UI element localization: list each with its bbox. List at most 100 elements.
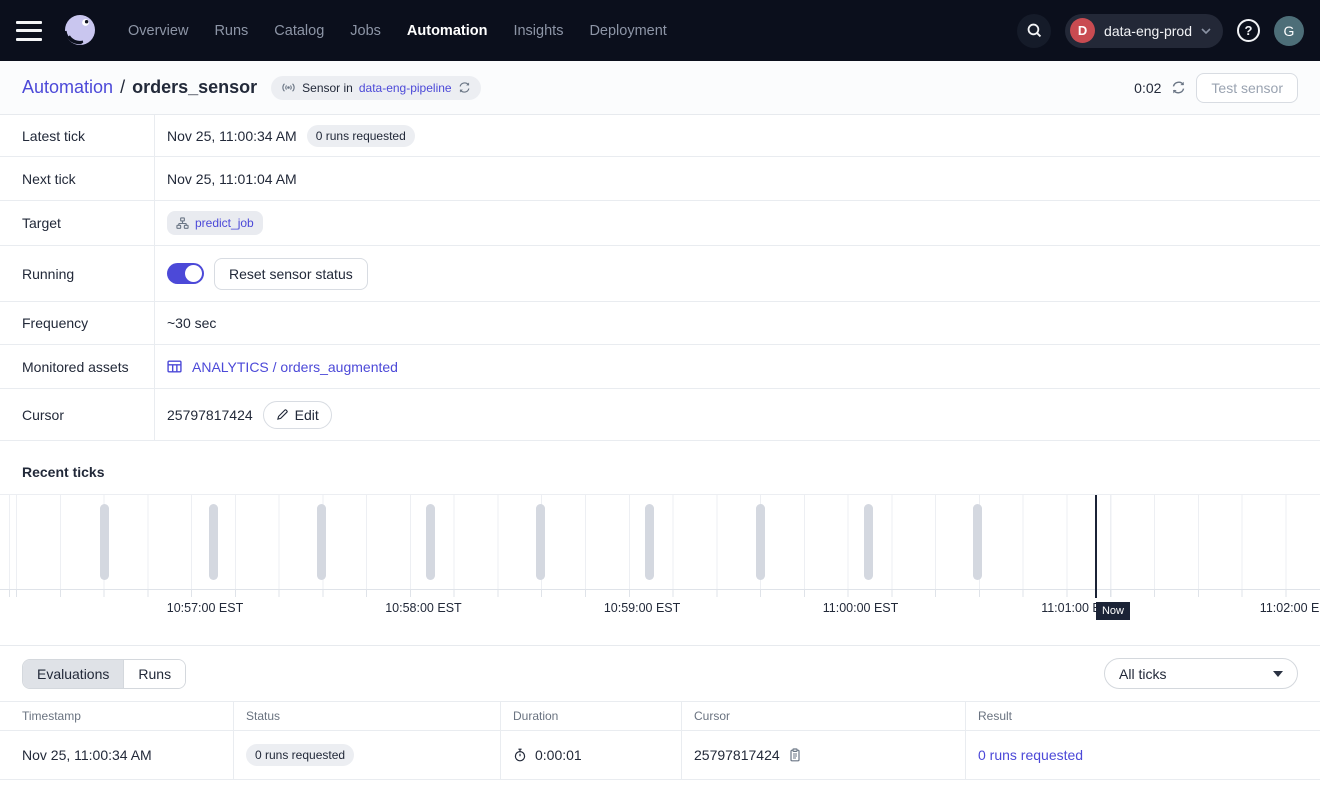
column-header-duration: Duration [501, 702, 682, 730]
nav-item-overview[interactable]: Overview [128, 23, 188, 39]
running-label: Running [0, 246, 155, 301]
sensor-broadcast-icon [281, 82, 296, 93]
now-badge: Now [1096, 602, 1130, 620]
tick-timestamp: Nov 25, 11:00:34 AM [22, 747, 152, 763]
breadcrumb-automation-link[interactable]: Automation [22, 77, 113, 98]
table-row: Nov 25, 11:00:34 AM 0 runs requested 0:0… [0, 731, 1320, 780]
running-toggle[interactable] [167, 263, 204, 284]
cursor-label: Cursor [0, 389, 155, 440]
nav-item-deployment[interactable]: Deployment [589, 23, 666, 39]
running-row: Running Reset sensor status [0, 246, 1320, 302]
column-header-status: Status [234, 702, 501, 730]
timeline-axis-ticks [0, 590, 1320, 597]
target-job-chip[interactable]: predict_job [167, 211, 263, 235]
evaluations-section: Evaluations Runs All ticks Timestamp Sta… [0, 645, 1320, 780]
next-tick-value: Nov 25, 11:01:04 AM [167, 171, 297, 187]
cursor-value: 25797817424 [167, 407, 253, 423]
nav-item-insights[interactable]: Insights [513, 23, 563, 39]
copy-clipboard-icon[interactable] [788, 748, 802, 762]
tick-duration: 0:00:01 [535, 747, 582, 763]
latest-tick-label: Latest tick [0, 115, 155, 156]
nav-item-runs[interactable]: Runs [214, 23, 248, 39]
axis-tick-label: 11:00:00 EST [823, 601, 899, 615]
target-row: Target predict_job [0, 201, 1320, 246]
main-nav: Overview Runs Catalog Jobs Automation In… [128, 23, 667, 39]
recent-ticks-section: Recent ticks Now 10:57:00 EST 10:58:00 ES… [0, 441, 1320, 645]
workspace-switcher[interactable]: D data-eng-prod [1065, 14, 1223, 48]
table-header-row: Timestamp Status Duration Cursor Result [0, 701, 1320, 731]
user-avatar[interactable]: G [1274, 16, 1304, 46]
next-tick-row: Next tick Nov 25, 11:01:04 AM [0, 157, 1320, 201]
column-header-timestamp: Timestamp [0, 702, 234, 730]
latest-tick-status-badge: 0 runs requested [307, 125, 415, 147]
frequency-label: Frequency [0, 302, 155, 344]
question-mark-icon: ? [1245, 23, 1253, 38]
code-location-link[interactable]: data-eng-pipeline [359, 81, 452, 95]
help-button[interactable]: ? [1237, 19, 1260, 42]
target-label: Target [0, 201, 155, 245]
tick-cursor-value: 25797817424 [694, 747, 780, 763]
tick-bar[interactable] [756, 504, 765, 580]
dagster-logo-icon[interactable] [58, 9, 102, 53]
tick-bar[interactable] [426, 504, 435, 580]
evaluations-table: Timestamp Status Duration Cursor Result … [0, 701, 1320, 780]
sensor-badge-text: Sensor in [302, 81, 353, 95]
sensor-details: Latest tick Nov 25, 11:00:34 AM 0 runs r… [0, 115, 1320, 441]
latest-tick-row: Latest tick Nov 25, 11:00:34 AM 0 runs r… [0, 115, 1320, 157]
timeline-axis-labels: Now 10:57:00 EST 10:58:00 EST 10:59:00 EST… [0, 597, 1320, 621]
reset-sensor-status-button[interactable]: Reset sensor status [214, 258, 368, 290]
tick-bar[interactable] [100, 504, 109, 580]
chevron-down-icon [1201, 28, 1211, 34]
hamburger-menu-icon[interactable] [16, 21, 42, 41]
tab-evaluations[interactable]: Evaluations [23, 660, 124, 688]
axis-tick-label: 10:59:00 EST [604, 601, 680, 615]
reload-repository-icon[interactable] [458, 81, 471, 94]
axis-tick-label: 10:58:00 EST [385, 601, 461, 615]
search-button[interactable] [1017, 14, 1051, 48]
cursor-row: Cursor 25797817424 Edit [0, 389, 1320, 441]
axis-tick-label: 11:02:00 EST [1260, 601, 1320, 615]
page-title: orders_sensor [132, 77, 257, 98]
caret-down-icon [1273, 671, 1283, 677]
nav-item-jobs[interactable]: Jobs [350, 23, 381, 39]
breadcrumb-separator: / [120, 77, 125, 98]
test-sensor-button[interactable]: Test sensor [1196, 73, 1298, 103]
nav-item-automation[interactable]: Automation [407, 23, 488, 39]
next-tick-label: Next tick [0, 157, 155, 200]
now-line [1095, 495, 1097, 598]
nav-item-catalog[interactable]: Catalog [274, 23, 324, 39]
tick-status-badge: 0 runs requested [246, 744, 354, 766]
page-header: Automation / orders_sensor Sensor in dat… [0, 61, 1320, 115]
monitored-assets-label: Monitored assets [0, 345, 155, 388]
tick-bar[interactable] [973, 504, 982, 580]
tick-bar[interactable] [536, 504, 545, 580]
tick-bar[interactable] [209, 504, 218, 580]
tick-filter-value: All ticks [1119, 666, 1166, 682]
workspace-avatar: D [1070, 18, 1095, 43]
tick-timeline [0, 494, 1320, 590]
latest-tick-value: Nov 25, 11:00:34 AM [167, 128, 297, 144]
target-job-name: predict_job [195, 216, 254, 230]
monitored-assets-row: Monitored assets ANALYTICS / orders_augm… [0, 345, 1320, 389]
job-icon [176, 217, 189, 230]
search-icon [1026, 22, 1043, 39]
tick-bar[interactable] [864, 504, 873, 580]
monitored-asset-link[interactable]: ANALYTICS / orders_augmented [192, 359, 398, 375]
tick-bar[interactable] [317, 504, 326, 580]
recent-ticks-heading: Recent ticks [0, 441, 1320, 494]
workspace-name: data-eng-prod [1104, 23, 1192, 39]
tick-result-link[interactable]: 0 runs requested [978, 747, 1083, 763]
edit-button-label: Edit [295, 407, 319, 423]
tick-bar[interactable] [645, 504, 654, 580]
table-asset-icon [167, 359, 182, 374]
pencil-icon [276, 408, 289, 421]
stopwatch-icon [513, 748, 527, 762]
tab-runs[interactable]: Runs [124, 660, 185, 688]
evaluations-runs-tabs: Evaluations Runs [22, 659, 186, 689]
axis-tick-label: 10:57:00 EST [167, 601, 243, 615]
edit-cursor-button[interactable]: Edit [263, 401, 332, 429]
column-header-cursor: Cursor [682, 702, 966, 730]
refresh-icon[interactable] [1171, 80, 1186, 95]
tick-filter-dropdown[interactable]: All ticks [1104, 658, 1298, 689]
refresh-countdown: 0:02 [1134, 80, 1161, 96]
